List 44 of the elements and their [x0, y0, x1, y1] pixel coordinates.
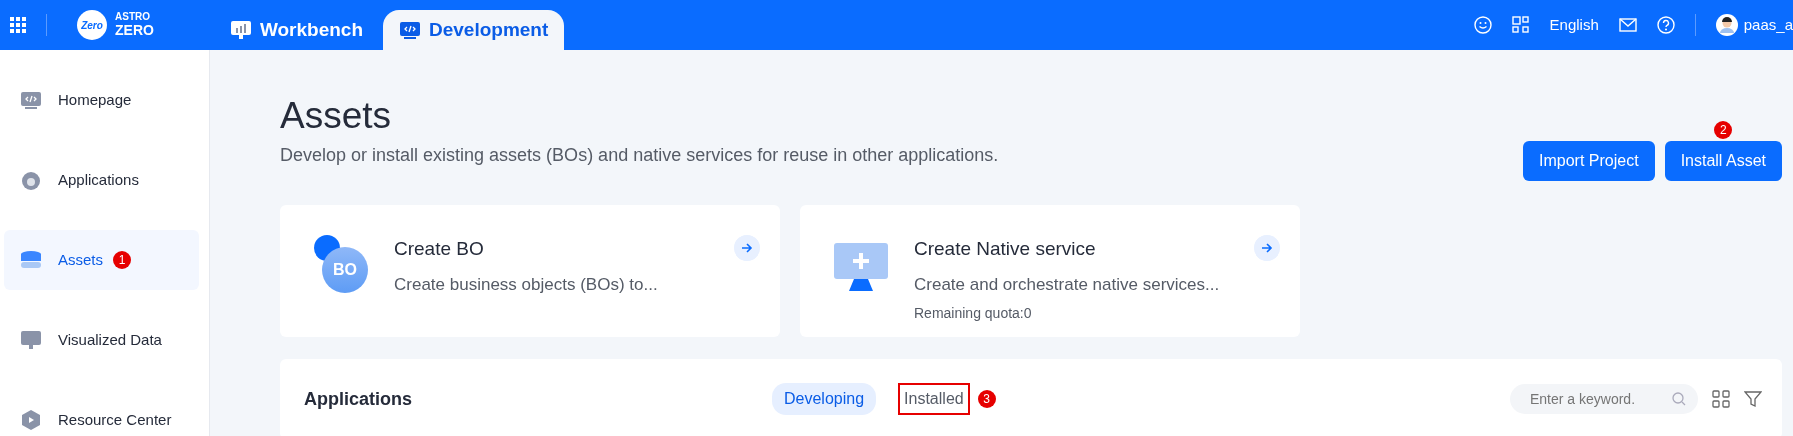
smiley-icon[interactable]	[1473, 16, 1492, 34]
action-button[interactable]: Install Asset	[1664, 141, 1782, 182]
card-title: Create BO	[394, 237, 485, 262]
sidebar-item[interactable]: Applications	[4, 150, 199, 210]
step-marker: 3	[977, 390, 996, 409]
language-selector[interactable]: English	[1549, 13, 1599, 37]
monitor-plus-icon	[834, 243, 888, 294]
logo-badge: Zero	[77, 10, 107, 40]
step-marker: 2	[1714, 121, 1733, 140]
filter-tab[interactable]: Installed	[900, 385, 968, 414]
panel-title: Applications	[304, 387, 412, 411]
database-icon	[20, 249, 42, 271]
create-card[interactable]: BO Create BO Create business objects (BOs) to...	[280, 205, 780, 338]
avatar-icon[interactable]	[1715, 14, 1738, 36]
filter-tab[interactable]: Developing	[772, 383, 877, 416]
search-field[interactable]: Enter a keyword.	[1510, 384, 1698, 415]
card-description: Create business objects (BOs) to...	[394, 273, 659, 296]
filter-icon[interactable]	[1744, 390, 1762, 409]
cube-play-icon	[20, 409, 42, 431]
code-screen-icon	[20, 89, 42, 111]
qr-code-icon[interactable]	[1511, 16, 1530, 34]
app-grid-icon[interactable]	[10, 17, 26, 33]
card-title: Create Native service	[914, 237, 1097, 262]
help-icon[interactable]	[1656, 16, 1675, 34]
monitor-code-icon	[399, 19, 421, 41]
nav-tab[interactable]: Workbench	[213, 10, 379, 50]
create-card[interactable]: Create Native service Create and orchestrate native services... Remaining quota:0	[800, 205, 1300, 338]
user-name[interactable]: paas_a	[1743, 13, 1793, 37]
grid-view-icon[interactable]	[1712, 390, 1730, 409]
page-subtitle: Develop or install existing assets (BOs) and native services for reuse in other applications.	[280, 144, 999, 168]
step-marker: 1	[113, 251, 131, 269]
action-button[interactable]: Import Project	[1523, 141, 1655, 182]
sidebar-item[interactable]: Visualized Data	[4, 310, 199, 370]
card-description: Create and orchestrate native services...	[914, 273, 1221, 296]
mail-icon[interactable]	[1618, 18, 1637, 32]
logo-text: ASTRO	[115, 12, 151, 23]
quota-note: Remaining quota:0	[914, 304, 1033, 324]
sidebar-item[interactable]: Resource Center	[4, 390, 199, 436]
page-title: Assets	[280, 94, 393, 138]
sidebar-item[interactable]: Homepage	[4, 70, 199, 130]
nav-tab[interactable]: Development	[383, 10, 565, 50]
sidebar-item[interactable]: Assets 1	[4, 230, 199, 290]
logo-text: ZERO	[115, 22, 154, 38]
monitor-chart-icon	[229, 19, 252, 41]
